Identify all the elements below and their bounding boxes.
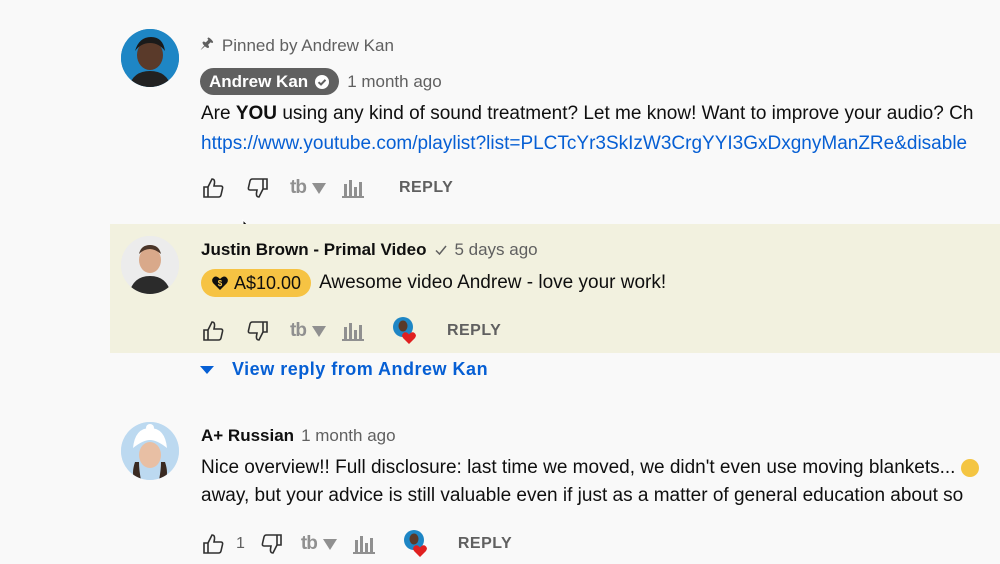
triangle-down-icon: [200, 365, 214, 374]
comment-time[interactable]: 5 days ago: [454, 240, 537, 260]
creator-heart-icon: [403, 529, 433, 559]
comment-text-line-2: away, but your advice is still valuable …: [201, 485, 964, 506]
stats-icon[interactable]: [340, 318, 366, 344]
pin-icon: 🖈: [200, 35, 214, 52]
playlist-link[interactable]: https://www.youtube.com/playlist?list=PL…: [201, 133, 967, 155]
tubebuddy-dropdown-icon[interactable]: [311, 325, 326, 337]
stats-icon[interactable]: [340, 175, 366, 201]
avatar-justin-brown[interactable]: [121, 236, 179, 294]
comment-actions: tb REPLY: [200, 316, 501, 346]
comment-text: Are YOU using any kind of sound treatmen…: [201, 103, 974, 124]
tubebuddy-dropdown-icon[interactable]: [322, 538, 337, 550]
comment-time[interactable]: 1 month ago: [301, 426, 396, 446]
comment-text: Awesome video Andrew - love your work!: [319, 272, 667, 293]
grimace-emoji-icon: [960, 458, 979, 477]
reply-button[interactable]: REPLY: [447, 322, 501, 340]
reply-button[interactable]: REPLY: [458, 535, 512, 553]
checkmark-icon: [434, 243, 448, 257]
svg-text:$: $: [218, 279, 223, 288]
comment-actions: 1 tb REPLY: [200, 529, 512, 559]
dislike-icon[interactable]: [245, 175, 271, 201]
avatar-a-plus-russian[interactable]: [121, 422, 179, 480]
tubebuddy-icon[interactable]: tb: [290, 177, 307, 199]
like-icon[interactable]: [200, 531, 226, 557]
author-chip[interactable]: Andrew Kan: [200, 68, 340, 95]
tubebuddy-icon[interactable]: tb: [301, 533, 318, 555]
super-thanks-amount: A$10.00: [234, 272, 302, 293]
avatar-andrew-kan[interactable]: [121, 29, 179, 87]
like-count: 1: [236, 535, 245, 552]
comment-time[interactable]: 1 month ago: [347, 72, 442, 92]
like-icon[interactable]: [200, 175, 226, 201]
view-replies-label: View reply from Andrew Kan: [232, 359, 489, 379]
tubebuddy-dropdown-icon[interactable]: [311, 182, 326, 194]
super-thanks-badge: $ A$10.00: [201, 269, 312, 297]
author-name[interactable]: Justin Brown - Primal Video: [201, 240, 426, 260]
comment-text-line-1: Nice overview!! Full disclosure: last ti…: [201, 457, 979, 479]
creator-heart-icon: [392, 316, 422, 346]
tubebuddy-icon[interactable]: tb: [290, 320, 307, 342]
view-replies-button[interactable]: View reply from Andrew Kan: [200, 359, 488, 380]
stats-icon[interactable]: [351, 531, 377, 557]
verified-check-icon: [314, 74, 330, 90]
pinned-indicator: 🖈 Pinned by Andrew Kan: [200, 33, 394, 58]
dislike-icon[interactable]: [259, 531, 285, 557]
author-name: Andrew Kan: [209, 71, 309, 91]
like-icon[interactable]: [200, 318, 226, 344]
author-name[interactable]: A+ Russian: [201, 426, 294, 446]
pinned-label: Pinned by Andrew Kan: [221, 35, 394, 55]
dislike-icon[interactable]: [245, 318, 271, 344]
super-thanks-icon: $: [211, 274, 229, 292]
comment-actions: tb REPLY: [200, 175, 453, 201]
reply-button[interactable]: REPLY: [399, 179, 453, 197]
